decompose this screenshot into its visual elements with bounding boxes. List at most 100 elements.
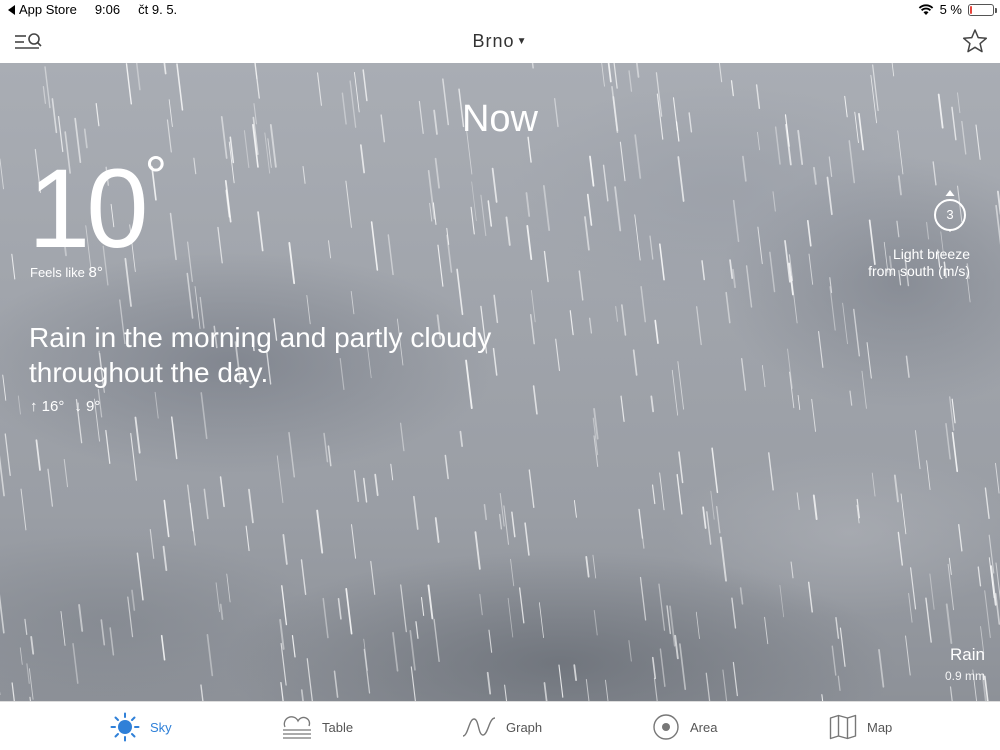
rain-streak: [669, 605, 676, 647]
rain-streak: [849, 390, 853, 406]
rain-streak: [994, 592, 1000, 625]
rain-streak: [896, 220, 900, 238]
tab-sky[interactable]: Sky: [110, 712, 172, 742]
tab-area[interactable]: Area: [652, 712, 717, 742]
tab-map[interactable]: Map: [829, 712, 892, 742]
rain-streak: [945, 603, 953, 644]
rain-streak: [429, 202, 433, 222]
rain-streak: [842, 302, 848, 345]
rain-streak: [162, 545, 168, 572]
rain-streak: [837, 675, 841, 691]
sun-icon: [110, 712, 140, 742]
rain-streak: [787, 348, 793, 389]
rain-streak: [434, 517, 440, 543]
rain-streak: [949, 396, 955, 431]
rain-streak: [370, 560, 376, 595]
rain-streak: [730, 80, 734, 97]
rain-streak: [359, 144, 365, 174]
rain-streak: [524, 522, 530, 556]
star-icon[interactable]: [962, 28, 988, 54]
rain-streak: [951, 398, 956, 424]
rain-streak: [474, 531, 481, 570]
rain-streak: [499, 492, 505, 527]
rain-streak: [659, 243, 665, 281]
rain-streak: [891, 63, 895, 77]
wind-description: Light breeze: [892, 246, 970, 262]
rain-streak: [527, 136, 532, 163]
rain-streak: [677, 361, 685, 410]
rain-streak: [701, 260, 706, 281]
rain-streak: [910, 567, 917, 610]
status-bar: App Store 9:06 čt 9. 5. 5 %: [0, 0, 1000, 20]
rain-streak: [671, 369, 679, 416]
rain-streak: [187, 484, 194, 532]
rain-streak: [613, 63, 618, 89]
wind-label: Light breeze from south (m/s): [770, 246, 970, 280]
rain-streak: [984, 675, 989, 701]
rain-streak: [130, 432, 137, 481]
rain-streak: [24, 618, 28, 635]
rain-streak: [573, 664, 577, 682]
rain-streak: [676, 473, 683, 515]
rain-streak: [327, 445, 332, 467]
back-label: App Store: [19, 2, 77, 17]
rain-streak: [206, 633, 214, 677]
rain-streak: [984, 590, 991, 639]
rain-streak: [491, 167, 498, 203]
precipitation-info: Rain 0.9 mm: [945, 645, 985, 683]
rain-streak: [456, 268, 464, 316]
rain-streak: [926, 221, 930, 240]
tab-label: Table: [322, 719, 354, 735]
rain-streak: [507, 597, 514, 638]
rain-streak: [219, 603, 224, 620]
rain-streak: [2, 374, 7, 401]
rain-streak: [224, 180, 232, 223]
menu-search-icon[interactable]: [14, 30, 44, 54]
rain-streak: [254, 63, 258, 80]
rain-streak: [154, 391, 159, 419]
rain-streak: [483, 503, 488, 521]
feels-like-value: 8°: [88, 264, 103, 281]
tab-table[interactable]: Table: [282, 712, 353, 742]
rain-streak: [995, 462, 1000, 494]
tab-label: Area: [690, 719, 718, 735]
rain-streak: [306, 658, 313, 701]
rain-streak: [710, 490, 715, 520]
rain-streak: [228, 141, 235, 184]
rain-streak: [984, 487, 990, 519]
rain-streak: [0, 158, 4, 190]
rain-streak: [602, 164, 609, 202]
rain-streak: [741, 357, 747, 391]
precipitation-amount: 0.9 mm: [944, 669, 985, 683]
tab-graph[interactable]: Graph: [462, 712, 542, 742]
rain-streak: [779, 584, 785, 618]
rain-streak: [432, 202, 437, 225]
rain-streak: [35, 439, 41, 471]
rain-streak: [818, 330, 824, 368]
rain-streak: [215, 582, 221, 613]
rain-streak: [399, 422, 405, 452]
rain-streak: [60, 611, 66, 646]
chevron-down-icon: ▼: [516, 36, 528, 47]
arrow-up-icon: ↑: [30, 398, 38, 415]
rain-streak: [555, 338, 561, 372]
rain-streak: [350, 290, 355, 315]
rain-streak: [719, 536, 727, 582]
rain-streak: [493, 294, 499, 324]
rain-streak: [410, 666, 416, 701]
rain-streak: [806, 219, 812, 247]
rain-streak: [861, 370, 867, 409]
rain-streak: [639, 576, 647, 621]
rain-streak: [593, 435, 599, 467]
rain-streak: [878, 649, 885, 688]
rain-streak: [725, 291, 731, 324]
back-to-app-store-link[interactable]: App Store: [8, 2, 77, 17]
min-max-temperature: ↑ 16° ↓ 9°: [30, 398, 100, 415]
rain-streak: [135, 63, 141, 91]
rain-streak: [434, 157, 440, 189]
rain-streak: [127, 596, 134, 638]
rain-streak: [593, 609, 598, 636]
city-selector[interactable]: Brno ▼: [440, 31, 560, 52]
rain-streak: [362, 69, 368, 102]
rain-streak: [813, 166, 817, 185]
